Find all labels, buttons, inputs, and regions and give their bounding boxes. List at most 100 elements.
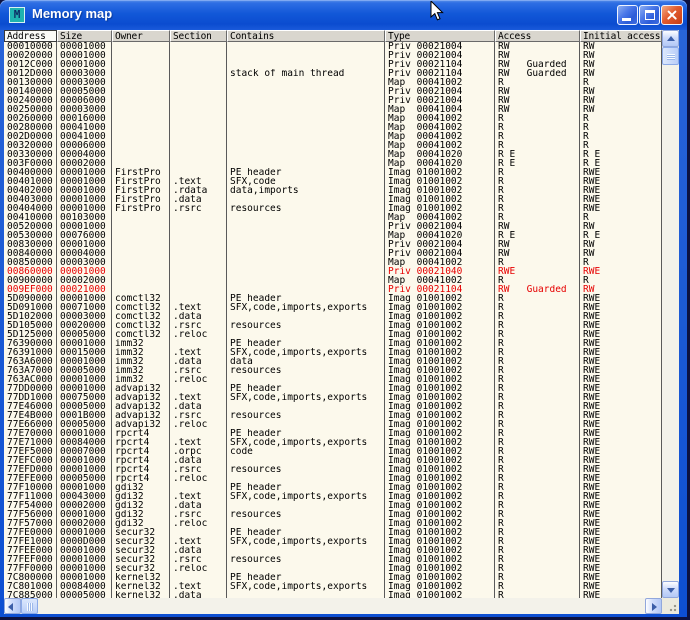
- column-header-size[interactable]: Size: [57, 30, 112, 42]
- table-row[interactable]: 77F56000 00001000 gdi32 .rsrc resources …: [4, 510, 662, 519]
- cell-owner: advapi32: [112, 393, 170, 402]
- table-row[interactable]: 5D125000 00005000 comctl32 .reloc Imag 0…: [4, 330, 662, 339]
- scroll-down-button[interactable]: [662, 581, 679, 598]
- cell-address: 77DD0000: [4, 384, 57, 393]
- table-row[interactable]: 00850000 00003000 Map 00041002 R R: [4, 258, 662, 267]
- table-row[interactable]: 77FF0000 00001000 secur32 .reloc Imag 01…: [4, 564, 662, 573]
- cell-contains: [227, 519, 385, 528]
- table-row[interactable]: 00900000 00002000 Map 00041002 R R: [4, 276, 662, 285]
- table-row[interactable]: 00260000 00016000 Map 00041002 R R: [4, 114, 662, 123]
- table-row[interactable]: 763A7000 00005000 imm32 .rsrc resources …: [4, 366, 662, 375]
- table-row[interactable]: 00010000 00001000 Priv 00021004 RW RW: [4, 42, 662, 51]
- table-row[interactable]: 00140000 00005000 Priv 00021004 RW RW: [4, 87, 662, 96]
- column-header-access[interactable]: Access: [495, 30, 580, 42]
- minimize-button[interactable]: [617, 5, 638, 25]
- cell-access: R: [495, 528, 580, 537]
- titlebar[interactable]: M Memory map: [0, 0, 687, 30]
- table-row[interactable]: 00020000 00001000 Priv 00021004 RW RW: [4, 51, 662, 60]
- maximize-button[interactable]: [639, 5, 660, 25]
- vertical-scrollbar[interactable]: [662, 30, 679, 598]
- cell-access: R: [495, 555, 580, 564]
- table-row[interactable]: 77E71000 00084000 rpcrt4 .text SFX,code,…: [4, 438, 662, 447]
- horizontal-scrollbar[interactable]: [4, 598, 662, 614]
- cell-section: [170, 114, 227, 123]
- vertical-scroll-thumb[interactable]: [662, 47, 679, 65]
- scroll-up-button[interactable]: [662, 30, 679, 47]
- table-row[interactable]: 77DD0000 00001000 advapi32 PE header Ima…: [4, 384, 662, 393]
- column-header-section[interactable]: Section: [170, 30, 227, 42]
- table-row[interactable]: 00280000 00041000 Map 00041002 R R: [4, 123, 662, 132]
- table-row[interactable]: 77F10000 00001000 gdi32 PE header Imag 0…: [4, 483, 662, 492]
- app-icon[interactable]: M: [9, 7, 25, 23]
- cell-access: R: [495, 132, 580, 141]
- table-row[interactable]: 76391000 00015000 imm32 .text SFX,code,i…: [4, 348, 662, 357]
- scroll-right-button[interactable]: [645, 598, 662, 614]
- resize-grip[interactable]: [662, 598, 679, 614]
- cell-size: 0000D000: [57, 537, 112, 546]
- table-row[interactable]: 00830000 00001000 Priv 00021004 RW RW: [4, 240, 662, 249]
- table-row[interactable]: 009EF000 00021000 Priv 00021104 RW Guard…: [4, 285, 662, 294]
- table-row[interactable]: 00410000 00103000 Map 00041002 R R: [4, 213, 662, 222]
- scroll-right-icon: [652, 603, 657, 611]
- table-row[interactable]: 00130000 00003000 Map 00041002 R R: [4, 78, 662, 87]
- cell-initial-access: RW: [580, 249, 662, 258]
- table-row[interactable]: 77FE1000 0000D000 secur32 .text SFX,code…: [4, 537, 662, 546]
- table-row[interactable]: 5D090000 00001000 comctl32 PE header Ima…: [4, 294, 662, 303]
- table-row[interactable]: 00400000 00001000 FirstPro PE header Ima…: [4, 168, 662, 177]
- table-row[interactable]: 00404000 00001000 FirstPro .rsrc resourc…: [4, 204, 662, 213]
- table-row[interactable]: 77E46000 00005000 advapi32 .data Imag 01…: [4, 402, 662, 411]
- close-button[interactable]: [661, 5, 683, 25]
- table-row[interactable]: 00250000 00003000 Map 00041004 RW RW: [4, 105, 662, 114]
- cell-type: Imag 01001002: [385, 546, 495, 555]
- table-row[interactable]: 00240000 00006000 Priv 00021004 RW RW: [4, 96, 662, 105]
- table-row[interactable]: 77EFE000 00005000 rpcrt4 .reloc Imag 010…: [4, 474, 662, 483]
- table-row[interactable]: 00520000 00001000 Priv 00021004 RW RW: [4, 222, 662, 231]
- table-row[interactable]: 763A6000 00001000 imm32 .data data Imag …: [4, 357, 662, 366]
- table-row[interactable]: 7C800000 00001000 kernel32 PE header Ima…: [4, 573, 662, 582]
- table-row[interactable]: 77EFD000 00001000 rpcrt4 .rsrc resources…: [4, 465, 662, 474]
- table-row[interactable]: 0012C000 00001000 Priv 00021104 RW Guard…: [4, 60, 662, 69]
- table-row[interactable]: 77FEF000 00001000 secur32 .rsrc resource…: [4, 555, 662, 564]
- table-row[interactable]: 00530000 00076000 Map 00041020 R E R E: [4, 231, 662, 240]
- table-row[interactable]: 77FEE000 00001000 secur32 .data Imag 010…: [4, 546, 662, 555]
- table-row[interactable]: 77E70000 00001000 rpcrt4 PE header Imag …: [4, 429, 662, 438]
- table-row[interactable]: 7C801000 00084000 kernel32 .text SFX,cod…: [4, 582, 662, 591]
- table-row[interactable]: 0012D000 00003000 stack of main thread P…: [4, 69, 662, 78]
- cell-size: 00001000: [57, 564, 112, 573]
- cell-owner: comctl32: [112, 330, 170, 339]
- column-header-type[interactable]: Type: [385, 30, 495, 42]
- table-row[interactable]: 00860000 00001000 Priv 00021040 RWE RWE: [4, 267, 662, 276]
- table-row[interactable]: 77F57000 00002000 gdi32 .reloc Imag 0100…: [4, 519, 662, 528]
- horizontal-scroll-thumb[interactable]: [21, 598, 38, 614]
- table-row[interactable]: 77EF5000 00007000 rpcrt4 .orpc code Imag…: [4, 447, 662, 456]
- table-row[interactable]: 76390000 00001000 imm32 PE header Imag 0…: [4, 339, 662, 348]
- column-header-owner[interactable]: Owner: [112, 30, 170, 42]
- table-row[interactable]: 7C885000 00005000 kernel32 .data Imag 01…: [4, 591, 662, 598]
- table-row[interactable]: 763AC000 00001000 imm32 .reloc Imag 0100…: [4, 375, 662, 384]
- table-row[interactable]: 5D102000 00003000 comctl32 .data Imag 01…: [4, 312, 662, 321]
- table-row[interactable]: 003F0000 00002000 Map 00041020 R E R E: [4, 159, 662, 168]
- table-row[interactable]: 00330000 00004000 Map 00041020 R E R E: [4, 150, 662, 159]
- table-row[interactable]: 002D0000 00041000 Map 00041002 R R: [4, 132, 662, 141]
- table-row[interactable]: 77E66000 00005000 advapi32 .reloc Imag 0…: [4, 420, 662, 429]
- table-row[interactable]: 5D091000 00071000 comctl32 .text SFX,cod…: [4, 303, 662, 312]
- table-row[interactable]: 00840000 00004000 Priv 00021004 RW RW: [4, 249, 662, 258]
- table-row[interactable]: 5D105000 00020000 comctl32 .rsrc resourc…: [4, 321, 662, 330]
- table-row[interactable]: 77DD1000 00075000 advapi32 .text SFX,cod…: [4, 393, 662, 402]
- column-header-initial-access[interactable]: Initial access: [580, 30, 662, 42]
- table-row[interactable]: 00403000 00001000 FirstPro .data Imag 01…: [4, 195, 662, 204]
- table-row[interactable]: 77FE0000 00001000 secur32 PE header Imag…: [4, 528, 662, 537]
- cell-type: Priv 00021104: [385, 285, 495, 294]
- cell-contains: data,imports: [227, 186, 385, 195]
- table-row[interactable]: 77F11000 00043000 gdi32 .text SFX,code,i…: [4, 492, 662, 501]
- table-row[interactable]: 00320000 00006000 Map 00041002 R R: [4, 141, 662, 150]
- table-row[interactable]: 77F54000 00002000 gdi32 .data Imag 01001…: [4, 501, 662, 510]
- table-row[interactable]: 77E4B000 0001B000 advapi32 .rsrc resourc…: [4, 411, 662, 420]
- cell-owner: [112, 87, 170, 96]
- column-header-contains[interactable]: Contains: [227, 30, 385, 42]
- table-row[interactable]: 77EFC000 00001000 rpcrt4 .data Imag 0100…: [4, 456, 662, 465]
- table-row[interactable]: 00401000 00001000 FirstPro .text SFX,cod…: [4, 177, 662, 186]
- table-row[interactable]: 00402000 00001000 FirstPro .rdata data,i…: [4, 186, 662, 195]
- column-header-address[interactable]: Address: [4, 30, 57, 42]
- scroll-left-button[interactable]: [4, 598, 21, 614]
